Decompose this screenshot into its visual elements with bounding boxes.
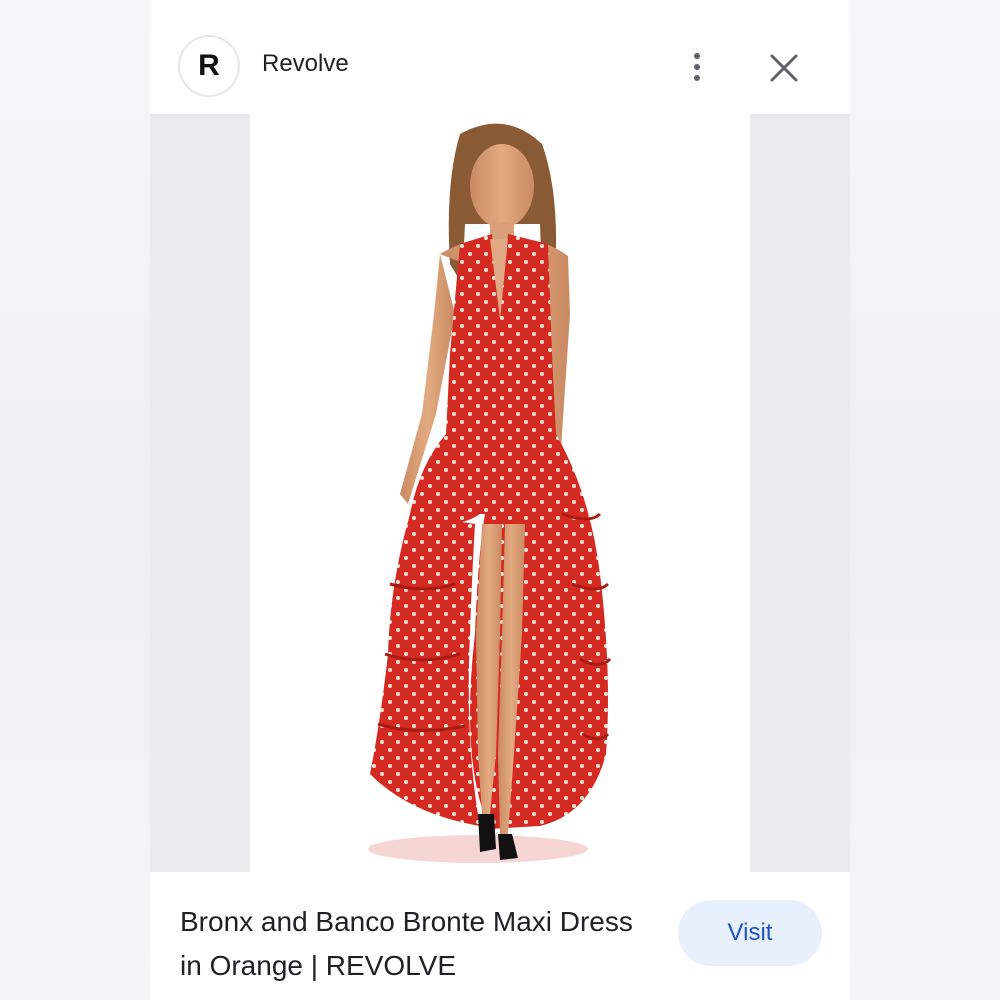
card-header: R Revolve <box>150 0 850 114</box>
close-icon <box>770 54 798 82</box>
result-card: R Revolve Bronx and Banco Bronte Maxi Dr… <box>150 0 850 1000</box>
visit-button[interactable]: Visit <box>678 900 822 966</box>
site-logo[interactable]: R <box>180 37 238 95</box>
site-name[interactable]: Revolve <box>262 50 349 78</box>
background-blur-right <box>850 0 1000 1000</box>
product-title[interactable]: Bronx and Banco Bronte Maxi Dress in Ora… <box>180 900 640 988</box>
product-photo-svg <box>368 123 612 863</box>
image-viewer <box>150 114 850 872</box>
more-options-button[interactable] <box>682 44 712 90</box>
close-button[interactable] <box>764 48 804 88</box>
result-footer: Bronx and Banco Bronte Maxi Dress in Ora… <box>150 872 850 1000</box>
more-vert-icon-dot <box>694 75 700 81</box>
logo-letter: R <box>198 49 220 82</box>
background-blur-left <box>0 0 150 1000</box>
more-vert-icon-dot <box>694 64 700 70</box>
product-image[interactable] <box>250 114 750 872</box>
more-vert-icon <box>694 53 700 59</box>
